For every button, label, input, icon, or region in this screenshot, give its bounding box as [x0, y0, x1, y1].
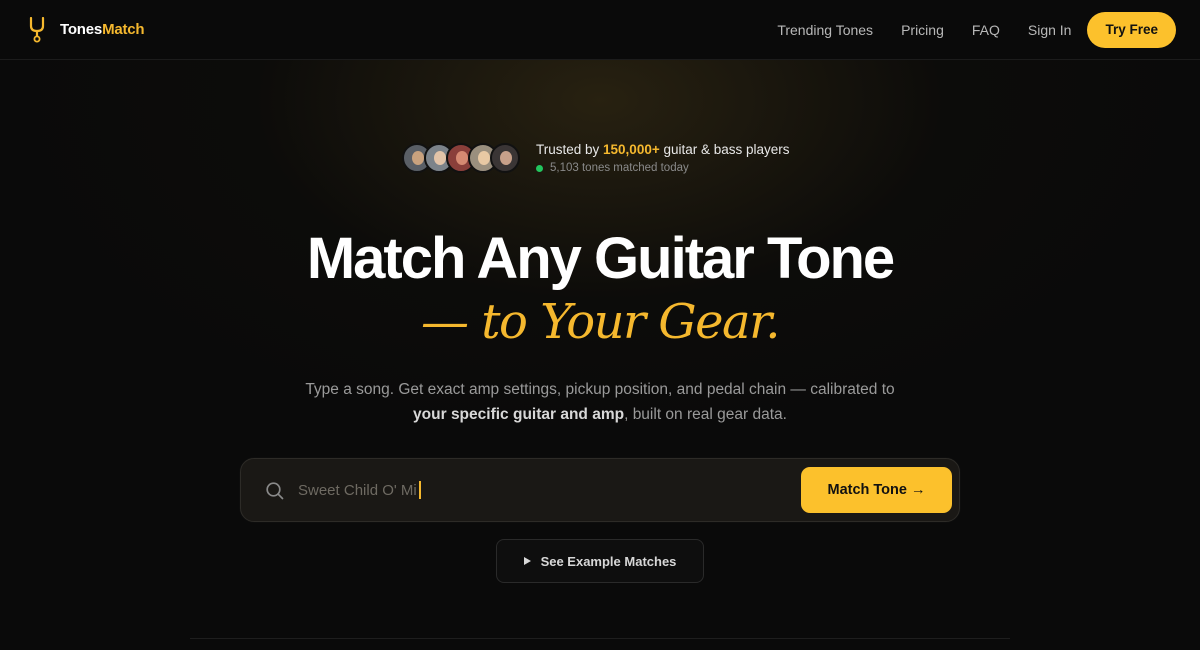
nav-link-sign-in[interactable]: Sign In: [1028, 22, 1072, 38]
hero-title-accent: — to Your Gear.: [420, 294, 781, 350]
nav-link-faq[interactable]: FAQ: [972, 22, 1000, 38]
live-status: 5,103 tones matched today: [536, 162, 790, 174]
trust-badge: Trusted by 150,000+ guitar & bass player…: [402, 142, 790, 174]
hero-subtitle: Type a song. Get exact amp settings, pic…: [305, 381, 895, 423]
brand-name: TonesMatch: [60, 21, 145, 38]
top-nav: TonesMatch Trending Tones Pricing FAQ Si…: [0, 0, 1200, 60]
nav-link-pricing[interactable]: Pricing: [901, 22, 944, 38]
avatar: [490, 143, 520, 173]
song-search-bar: Sweet Child O' Mi Match Tone →: [240, 458, 960, 522]
search-icon: [266, 482, 284, 500]
trust-count: 150,000+: [603, 142, 660, 157]
section-divider: [190, 638, 1010, 639]
text-caret: [418, 481, 421, 499]
example-button-label: See Example Matches: [540, 553, 677, 569]
tuning-fork-icon: [29, 16, 45, 42]
brand-logo[interactable]: TonesMatch: [28, 16, 145, 43]
play-icon: [523, 557, 531, 565]
live-dot-icon: [536, 164, 543, 172]
try-free-button[interactable]: Try Free: [1087, 11, 1176, 48]
see-example-matches-button[interactable]: See Example Matches: [496, 539, 704, 583]
subtitle-emphasis: your specific guitar and amp: [413, 406, 625, 423]
song-search-input[interactable]: Sweet Child O' Mi: [298, 478, 421, 502]
nav-links: Trending Tones Pricing FAQ Sign In Try F…: [749, 11, 1176, 48]
hero-title: Match Any Guitar Tone: [306, 226, 895, 291]
trust-headline: Trusted by 150,000+ guitar & bass player…: [536, 142, 790, 157]
avatar-stack: [402, 143, 520, 173]
match-tone-button[interactable]: Match Tone →: [801, 467, 952, 513]
trust-text: Trusted by 150,000+ guitar & bass player…: [536, 142, 790, 174]
nav-link-trending-tones[interactable]: Trending Tones: [777, 22, 873, 38]
